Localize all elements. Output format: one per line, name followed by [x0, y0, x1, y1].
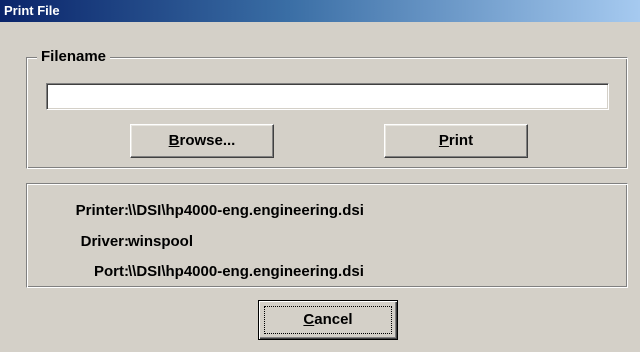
print-file-dialog: Print File Filename Browse... Print Prin…: [0, 0, 640, 352]
driver-label: Driver:: [80, 233, 129, 250]
printer-value: \\DSI\hp4000-eng.engineering.dsi: [128, 202, 364, 219]
port-label: Port:: [94, 263, 129, 280]
print-button[interactable]: Print: [384, 124, 528, 158]
browse-button[interactable]: Browse...: [130, 124, 274, 158]
cancel-accelerator: C: [303, 311, 315, 328]
print-accelerator: P: [438, 132, 449, 149]
printer-info-groupbox: Printer: \\DSI\hp4000-eng.engineering.ds…: [26, 183, 628, 288]
printer-row: Printer: \\DSI\hp4000-eng.engineering.ds…: [27, 201, 627, 221]
driver-value: winspool: [128, 233, 193, 250]
browse-label-rest: rowse...: [179, 132, 236, 149]
port-row: Port: \\DSI\hp4000-eng.engineering.dsi: [27, 262, 627, 282]
filename-input[interactable]: [46, 83, 609, 110]
cancel-focus-rect: Cancel: [264, 306, 392, 334]
window-title: Print File: [4, 3, 60, 18]
printer-label: Printer:: [75, 202, 129, 219]
port-value: \\DSI\hp4000-eng.engineering.dsi: [128, 263, 364, 280]
cancel-button[interactable]: Cancel: [258, 300, 398, 340]
title-bar[interactable]: Print File: [0, 0, 640, 22]
filename-group-label: Filename: [37, 48, 111, 66]
filename-groupbox: Filename Browse... Print: [26, 48, 628, 169]
driver-row: Driver: winspool: [27, 232, 627, 252]
print-label-rest: rint: [448, 132, 474, 149]
cancel-label-rest: ancel: [314, 311, 353, 328]
browse-accelerator: B: [168, 132, 180, 149]
